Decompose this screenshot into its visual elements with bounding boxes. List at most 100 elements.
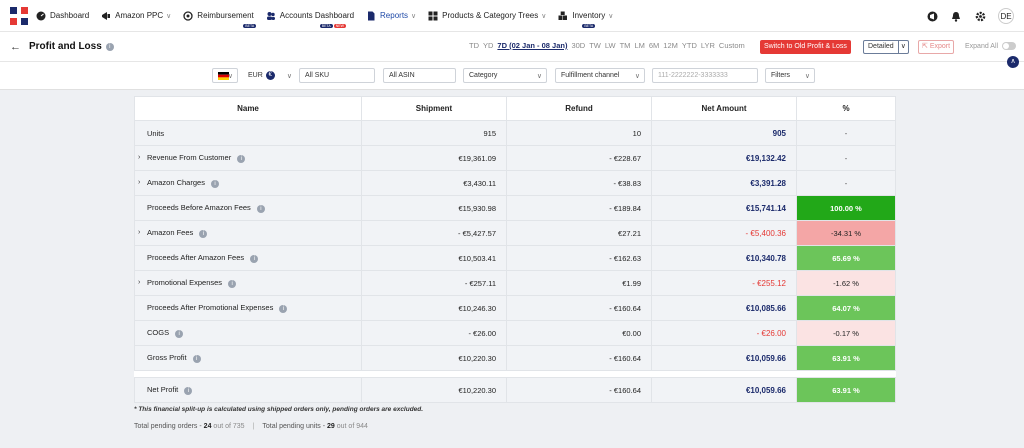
range-tw[interactable]: TW	[589, 41, 601, 50]
expand-all-toggle[interactable]: Expand All	[965, 42, 1017, 50]
order-id-input[interactable]: 111-2222222-3333333	[652, 68, 758, 83]
asin-input[interactable]: All ASIN	[383, 68, 456, 83]
currency-value: EUR	[248, 72, 263, 79]
shipment-cell: €10,503.41	[361, 245, 507, 271]
toggle-switch[interactable]	[1002, 42, 1017, 50]
currency-select[interactable]: EUR € ∨	[248, 68, 292, 83]
info-icon[interactable]: i	[105, 42, 114, 51]
range-7d[interactable]: 7D (02 Jan - 08 Jan)	[497, 41, 567, 50]
row-name: Revenue From Customer	[147, 153, 232, 163]
range-td[interactable]: TD	[469, 41, 479, 50]
range-lm[interactable]: LM	[634, 41, 644, 50]
range-ytd[interactable]: YTD	[682, 41, 697, 50]
refund-cell: €27.21	[506, 220, 652, 246]
info-icon[interactable]: i	[184, 386, 193, 395]
pending-orders-label: Total pending orders -	[134, 423, 202, 430]
table-body: Units 915 10 905 - › Revenue From Custome…	[134, 120, 896, 403]
info-icon[interactable]: i	[192, 354, 201, 363]
row-name-cell: › Revenue From Customer i	[134, 145, 362, 171]
percent-cell: 64.07 %	[796, 295, 896, 321]
percent-cell: 65.69 %	[796, 245, 896, 271]
fulfillment-select[interactable]: Fulfillment channel ∨	[555, 68, 645, 83]
refund-cell: €1.99	[506, 270, 652, 296]
row-name: Gross Profit	[147, 353, 187, 363]
footnote: * This financial split-up is calculated …	[134, 406, 424, 413]
info-icon[interactable]: i	[211, 179, 220, 188]
row-name-cell: Net Profit i	[134, 377, 362, 403]
info-icon[interactable]: i	[279, 304, 288, 313]
nav-accounts-dashboard[interactable]: Accounts Dashboard BETA NEW	[266, 11, 355, 28]
category-select[interactable]: Category ∨	[463, 68, 547, 83]
view-mode-select[interactable]: Detailed ∨	[863, 40, 909, 54]
sku-input[interactable]: All SKU	[299, 68, 375, 83]
gear-icon[interactable]	[974, 10, 986, 22]
chevron-down-icon: ∨	[541, 12, 547, 20]
switch-old-pnl-button[interactable]: Switch to Old Profit & Loss	[760, 40, 851, 54]
chevron-right-icon[interactable]: ›	[138, 229, 140, 236]
table-row[interactable]: › Revenue From Customer i €19,361.09 - €2…	[134, 145, 896, 171]
user-avatar[interactable]: DE	[998, 8, 1014, 24]
info-icon[interactable]: i	[228, 279, 237, 288]
nav-dashboard[interactable]: Dashboard	[36, 11, 89, 21]
table-row[interactable]: › Amazon Fees i - €5,427.57 €27.21 - €5,4…	[134, 220, 896, 246]
pending-summary: Total pending orders - 24 out of 735 | T…	[134, 423, 368, 430]
row-name-cell: COGS i	[134, 320, 362, 346]
range-custom[interactable]: Custom	[719, 41, 745, 50]
chevron-down-icon: ∨	[411, 12, 417, 20]
table-row[interactable]: › Amazon Charges i €3,430.11 - €38.83 €3,…	[134, 170, 896, 196]
info-icon[interactable]: i	[256, 204, 265, 213]
export-button[interactable]: ⇱ Export	[918, 40, 955, 54]
app-logo[interactable]	[10, 6, 28, 25]
range-lyr[interactable]: LYR	[701, 41, 715, 50]
info-icon[interactable]: i	[250, 254, 259, 263]
refund-cell: €0.00	[506, 320, 652, 346]
net-amount-cell: - €26.00	[651, 320, 797, 346]
pending-units-label: Total pending units -	[262, 423, 326, 430]
chevron-right-icon[interactable]: ›	[138, 179, 140, 186]
pending-units-count: 29	[327, 423, 335, 430]
nav-reports[interactable]: Reports ∨	[366, 11, 416, 21]
net-amount-cell: €3,391.28	[651, 170, 797, 196]
collapse-filters-button[interactable]: ∧	[1007, 56, 1019, 68]
percent-cell: 63.91 %	[796, 345, 896, 371]
nav-reimbursement[interactable]: Reimbursement BETA	[183, 10, 257, 28]
info-icon[interactable]: i	[199, 229, 208, 238]
percent-cell: -	[796, 120, 896, 146]
net-amount-cell: €10,059.66	[651, 377, 797, 403]
range-6m[interactable]: 6M	[649, 41, 659, 50]
top-nav: Dashboard Amazon PPC ∨ Reimbursement BET…	[0, 0, 1024, 32]
beta-badge-inventory: BETA	[582, 23, 596, 28]
bell-icon[interactable]	[950, 10, 962, 22]
nav-inventory[interactable]: Inventory ∨ BETA	[558, 11, 613, 28]
info-icon[interactable]: i	[175, 329, 184, 338]
col-net-amount: Net Amount	[651, 96, 797, 121]
chevron-down-icon[interactable]: ∨	[897, 41, 908, 53]
nav-products-category-trees[interactable]: Products & Category Trees ∨	[428, 11, 546, 21]
table-row: Proceeds After Amazon Fees i €10,503.41 …	[134, 245, 896, 271]
range-30d[interactable]: 30D	[571, 41, 585, 50]
filters-button[interactable]: Filters ∨	[765, 68, 815, 83]
chevron-right-icon[interactable]: ›	[138, 279, 140, 286]
range-tm[interactable]: TM	[620, 41, 631, 50]
nav-accounts-dashboard-label: Accounts Dashboard	[279, 11, 355, 20]
chevron-down-icon: ∨	[804, 72, 810, 80]
pnl-table: Name Shipment Refund Net Amount % Units …	[134, 96, 896, 403]
beta-badge: BETA	[243, 23, 257, 28]
chevron-down-icon: ∨	[286, 72, 292, 80]
range-12m[interactable]: 12M	[663, 41, 678, 50]
table-row: Units 915 10 905 -	[134, 120, 896, 146]
chevron-right-icon[interactable]: ›	[138, 154, 140, 161]
row-name: Proceeds After Amazon Fees	[147, 253, 245, 263]
expand-all-label: Expand All	[965, 42, 999, 50]
nav-amazon-ppc[interactable]: Amazon PPC ∨	[101, 11, 171, 21]
range-yd[interactable]: YD	[483, 41, 493, 50]
range-lw[interactable]: LW	[605, 41, 616, 50]
marketplace-select[interactable]: ∨	[212, 68, 238, 83]
spacer-row	[134, 370, 896, 378]
table-row[interactable]: › Promotional Expenses i - €257.11 €1.99 …	[134, 270, 896, 296]
shipment-cell: €10,246.30	[361, 295, 507, 321]
shipment-cell: - €5,427.57	[361, 220, 507, 246]
announcement-icon[interactable]	[926, 10, 938, 22]
info-icon[interactable]: i	[237, 154, 246, 163]
back-arrow-icon[interactable]: ←	[10, 41, 21, 53]
